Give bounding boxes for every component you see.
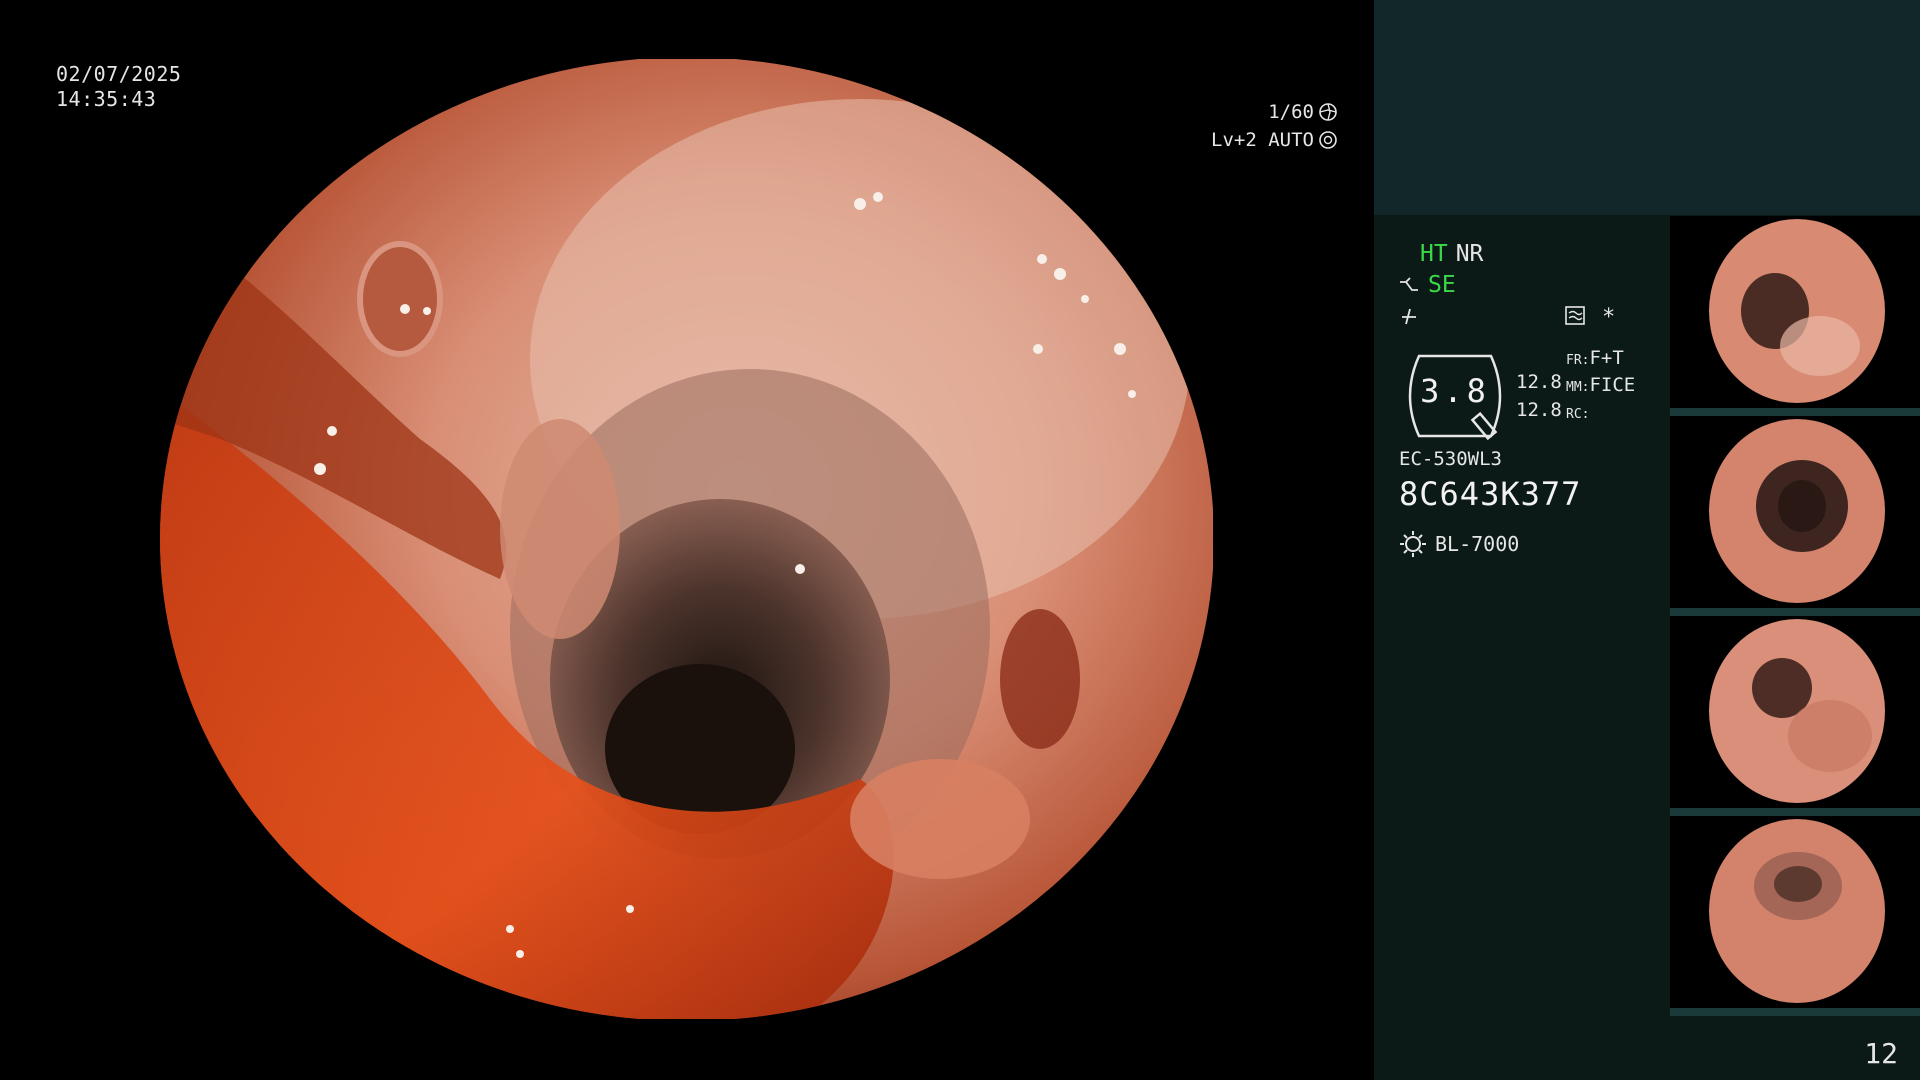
mm-label: MM: xyxy=(1566,380,1590,395)
scope-serial: 8C643K377 xyxy=(1399,475,1582,513)
structure-enhance-icon xyxy=(1400,276,1418,291)
nr-indicator: NR xyxy=(1455,240,1484,267)
processing-status: HT NR SE xyxy=(1398,238,1483,331)
mode-labels: FR:F+T MM:FICE RC: xyxy=(1566,346,1635,427)
light-source-model: BL-7000 xyxy=(1435,532,1520,556)
mm-bottom-value: 12.8 xyxy=(1516,399,1562,421)
endoscopy-view: 02/07/2025 14:35:43 1/60 Lv+2 AUTO xyxy=(0,0,1374,1080)
thumbnail-1[interactable] xyxy=(1670,216,1920,416)
iris-icon xyxy=(1319,131,1337,149)
color-enhance-icon xyxy=(1565,306,1585,325)
endoscopic-image xyxy=(160,59,1213,1019)
se-indicator: SE xyxy=(1428,271,1456,298)
mode-icons: * xyxy=(1564,305,1615,330)
fr-label: FR: xyxy=(1566,353,1590,368)
panel-header-area xyxy=(1374,0,1920,215)
iris-mode: Lv+2 AUTO xyxy=(1211,129,1314,151)
freeze-icon xyxy=(1402,308,1416,324)
light-source: BL-7000 xyxy=(1399,530,1519,558)
exposure-overlay: 1/60 Lv+2 AUTO xyxy=(1211,98,1338,154)
fr-value: F+T xyxy=(1589,347,1624,369)
thumbnail-strip xyxy=(1670,216,1920,1016)
ht-indicator: HT xyxy=(1420,240,1448,267)
shutter-speed: 1/60 xyxy=(1268,101,1314,123)
rc-label: RC: xyxy=(1566,407,1590,422)
page-number: 12 xyxy=(1864,1037,1898,1070)
mm-top-value: 12.8 xyxy=(1516,371,1562,393)
thumbnail-2[interactable] xyxy=(1670,416,1920,616)
mm-value: FICE xyxy=(1589,374,1636,396)
star-indicator: * xyxy=(1602,305,1616,330)
brightness-value: 3.8 xyxy=(1420,372,1490,410)
thumbnail-4[interactable] xyxy=(1670,816,1920,1016)
lamp-icon xyxy=(1400,531,1426,557)
shutter-icon xyxy=(1319,103,1337,121)
magnification-values: 12.8 12.8 xyxy=(1516,368,1562,424)
scope-model: EC-530WL3 xyxy=(1399,448,1502,470)
thumbnail-3[interactable] xyxy=(1670,616,1920,816)
